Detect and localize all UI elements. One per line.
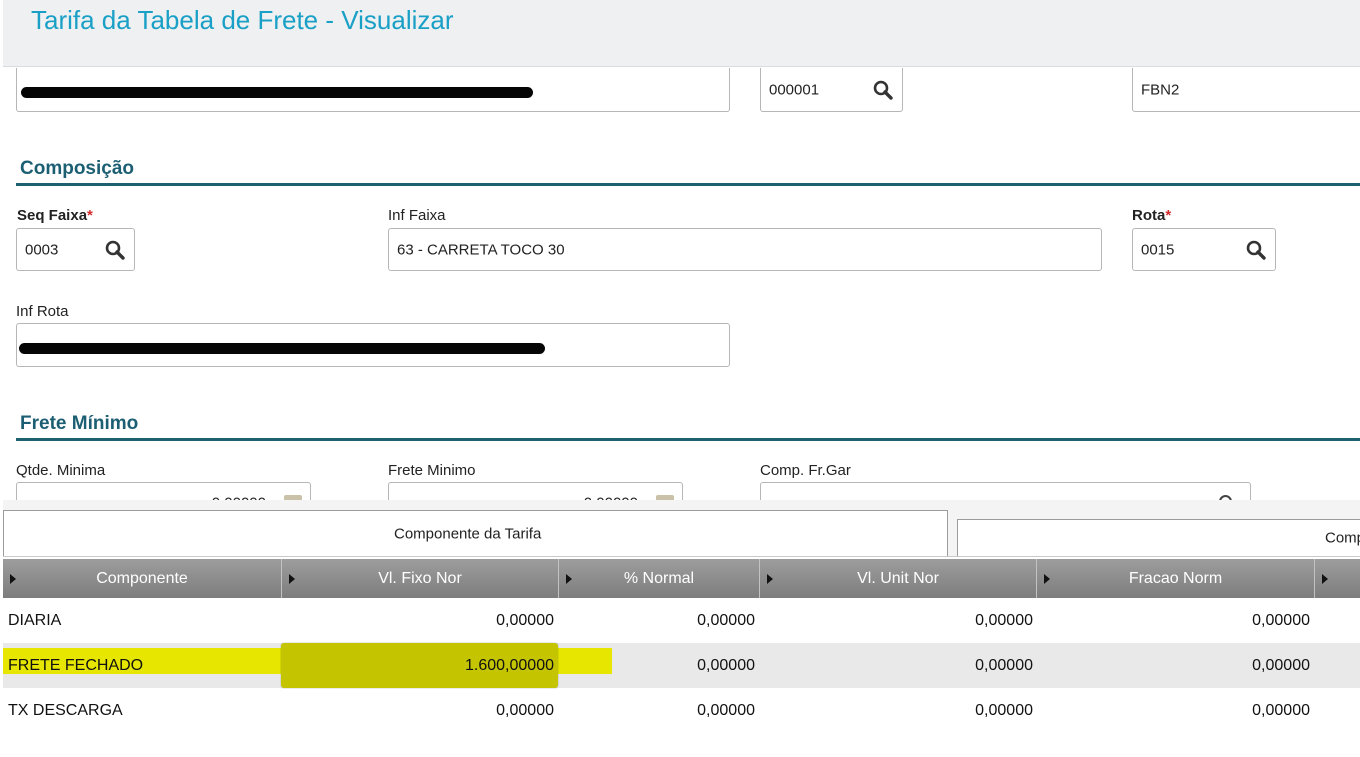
- column-header-fracao-norm[interactable]: Fracao Norm: [1037, 559, 1315, 598]
- inf-faixa-label: Inf Faixa: [388, 207, 446, 224]
- cell-fracao: 0,00000: [1252, 656, 1310, 674]
- cell-vl-fixo: 1.600,00000: [465, 656, 554, 674]
- cell-fracao: 0,00000: [1252, 611, 1310, 629]
- page-title: Tarifa da Tabela de Frete - Visualizar: [31, 5, 454, 35]
- seq-faixa-field[interactable]: 0003: [16, 228, 135, 271]
- inf-faixa-value: 63 - CARRETA TOCO 30: [397, 241, 565, 258]
- inf-rota-label: Inf Rota: [16, 303, 69, 320]
- column-header-vl-unit-nor[interactable]: Vl. Unit Nor: [760, 559, 1037, 598]
- cell-fracao: 0,00000: [1252, 701, 1310, 719]
- cell-vl-unit: 0,00000: [975, 656, 1033, 674]
- tab-label: Comp: [1325, 529, 1360, 547]
- qtde-minima-label: Qtde. Minima: [16, 462, 106, 479]
- redacted-text: [21, 87, 533, 98]
- description-field[interactable]: [16, 68, 730, 112]
- grid-header: Componente Vl. Fixo Nor % Normal Vl. Uni…: [3, 559, 1360, 598]
- tab-componente-da-tarifa[interactable]: Componente da Tarifa: [3, 510, 948, 556]
- cell-vl-fixo: 0,00000: [496, 611, 554, 629]
- column-header-more[interactable]: [1315, 559, 1360, 598]
- seq-faixa-value: 0003: [25, 241, 59, 258]
- cell-normal: 0,00000: [697, 701, 755, 719]
- cell-normal: 0,00000: [697, 611, 755, 629]
- search-icon[interactable]: [1245, 239, 1267, 261]
- code-value: 000001: [769, 81, 820, 98]
- cell-componente: DIARIA: [8, 611, 62, 629]
- section-title-frete-minimo: Frete Mínimo: [20, 413, 139, 434]
- column-header-vl-fixo-nor[interactable]: Vl. Fixo Nor: [282, 559, 559, 598]
- cell-normal: 0,00000: [697, 656, 755, 674]
- rota-label: Rota*: [1132, 207, 1172, 224]
- componentes-grid: Componente Vl. Fixo Nor % Normal Vl. Uni…: [3, 556, 1360, 757]
- table-row[interactable]: DIARIA 0,00000 0,00000 0,00000 0,00000: [3, 598, 1360, 643]
- section-divider: [16, 438, 1360, 441]
- table-row-selected[interactable]: FRETE FECHADO 1.600,00000 0,00000 0,0000…: [3, 643, 1360, 688]
- cell-componente: FRETE FECHADO: [8, 656, 144, 674]
- rota-value: 0015: [1141, 241, 1175, 258]
- inf-rota-field[interactable]: [16, 323, 730, 367]
- sort-arrow-icon[interactable]: [1322, 574, 1328, 584]
- search-icon[interactable]: [872, 79, 894, 101]
- table-row[interactable]: TX DESCARGA 0,00000 0,00000 0,00000 0,00…: [3, 688, 1360, 733]
- cell-vl-unit: 0,00000: [975, 701, 1033, 719]
- code2-value: FBN2: [1141, 81, 1180, 98]
- section-divider: [16, 183, 1360, 186]
- comp-fr-gar-label: Comp. Fr.Gar: [760, 462, 851, 479]
- inf-faixa-field[interactable]: 63 - CARRETA TOCO 30: [388, 228, 1102, 271]
- tab-label: Componente da Tarifa: [394, 525, 542, 542]
- frete-minimo-label: Frete Minimo: [388, 462, 476, 479]
- cell-vl-fixo: 0,00000: [496, 701, 554, 719]
- cell-componente: TX DESCARGA: [8, 701, 123, 719]
- redacted-text: [19, 343, 545, 354]
- seq-faixa-label: Seq Faixa*: [17, 207, 93, 224]
- column-header-componente[interactable]: Componente: [3, 559, 282, 598]
- column-header-normal[interactable]: % Normal: [559, 559, 760, 598]
- title-bar: Tarifa da Tabela de Frete - Visualizar: [3, 0, 1360, 67]
- tab-comp[interactable]: Comp: [957, 519, 1360, 556]
- search-icon[interactable]: [104, 239, 126, 261]
- code2-field[interactable]: FBN2: [1132, 68, 1360, 112]
- section-title-composicao: Composição: [20, 158, 135, 179]
- cell-vl-unit: 0,00000: [975, 611, 1033, 629]
- code-lookup-field[interactable]: 000001: [760, 68, 903, 112]
- rota-field[interactable]: 0015: [1132, 228, 1276, 271]
